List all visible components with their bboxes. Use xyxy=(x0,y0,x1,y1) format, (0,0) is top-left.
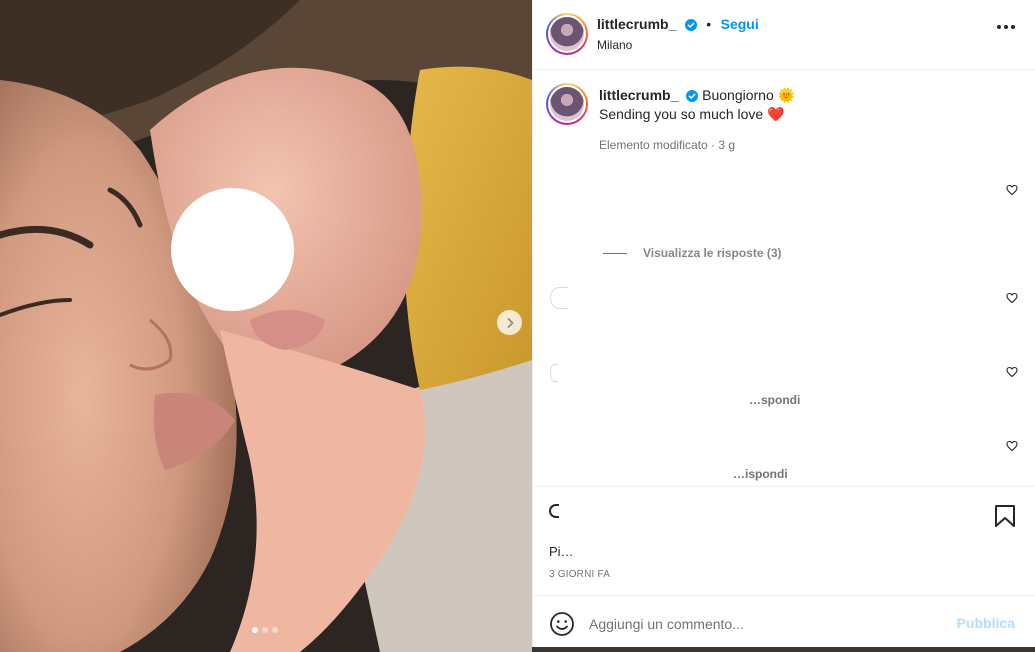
reply-button[interactable]: …ispondi xyxy=(733,467,788,481)
post-details-panel: littlecrumb_ • Segui Milano littlecrumb_… xyxy=(532,0,1035,652)
more-horizontal-icon xyxy=(997,25,1001,29)
caption-avatar[interactable] xyxy=(546,83,588,125)
carousel-dot xyxy=(262,627,268,633)
carousel-indicator xyxy=(252,627,278,633)
post-location[interactable]: Milano xyxy=(597,38,632,52)
comment-like-heart-icon[interactable] xyxy=(1006,292,1018,304)
comments-section[interactable]: littlecrumb_ Buongiorno 🌞 Sending you so… xyxy=(533,70,1035,486)
page-bottom-strip xyxy=(532,647,1035,652)
author-avatar[interactable] xyxy=(546,13,588,55)
comment-like-heart-icon[interactable] xyxy=(1006,440,1018,452)
add-comment-bar: Pubblica xyxy=(533,595,1035,652)
photo-image xyxy=(0,0,532,652)
author-username[interactable]: littlecrumb_ xyxy=(597,16,676,32)
more-options-button[interactable] xyxy=(997,25,1015,29)
post-timestamp[interactable]: 3 GIORNI FA xyxy=(549,569,610,580)
sun-emoji: 🌞 xyxy=(777,87,796,103)
post-caption: littlecrumb_ Buongiorno 🌞 Sending you so… xyxy=(599,86,989,124)
post-actions: Pi… 3 GIORNI FA xyxy=(533,486,1035,595)
carousel-dot-active xyxy=(252,627,258,633)
verified-badge-icon xyxy=(684,19,697,31)
caption-meta: Elemento modificato · 3 g xyxy=(599,138,736,152)
publish-button[interactable]: Pubblica xyxy=(957,615,1015,631)
separator-dot: • xyxy=(706,16,712,32)
bookmark-icon[interactable] xyxy=(994,504,1016,528)
carousel-dot xyxy=(272,627,278,633)
comment-avatar[interactable] xyxy=(550,287,568,309)
comment-input[interactable] xyxy=(589,612,949,636)
reply-button[interactable]: …spondi xyxy=(749,393,800,407)
emoji-icon[interactable] xyxy=(549,611,575,637)
like-icon[interactable] xyxy=(549,504,559,518)
post-header: littlecrumb_ • Segui Milano xyxy=(533,0,1035,70)
verified-badge-icon xyxy=(686,90,699,102)
face-blur-overlay xyxy=(171,188,294,311)
comment-avatar[interactable] xyxy=(550,364,558,382)
heart-emoji: ❤️ xyxy=(767,106,785,122)
likes-text: Pi… xyxy=(549,544,574,559)
view-replies-line xyxy=(603,253,627,254)
view-replies-link[interactable]: Visualizza le risposte (3) xyxy=(643,246,782,260)
caption-username[interactable]: littlecrumb_ xyxy=(599,87,678,103)
chevron-right-icon xyxy=(507,317,513,328)
follow-button[interactable]: Segui xyxy=(721,16,759,32)
post-photo[interactable] xyxy=(0,0,532,652)
carousel-next-button[interactable] xyxy=(497,310,522,335)
caption-line-2: Sending you so much love xyxy=(599,106,764,122)
comment-like-heart-icon[interactable] xyxy=(1006,184,1018,196)
author-line: littlecrumb_ • Segui xyxy=(597,16,759,34)
comment-like-heart-icon[interactable] xyxy=(1006,366,1018,378)
caption-line-1: Buongiorno xyxy=(702,87,774,103)
